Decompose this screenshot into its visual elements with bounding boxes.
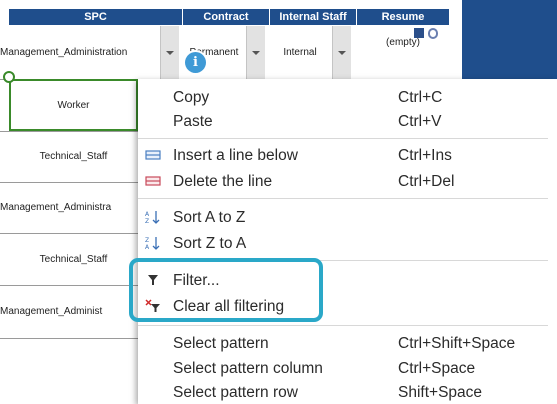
menu-item-sort-z-a[interactable]: ZA Sort Z to A (138, 231, 557, 255)
menu-item-delete-line[interactable]: Delete the line Ctrl+Del (138, 169, 557, 193)
menu-item-label: Select pattern column (173, 360, 323, 377)
menu-separator (138, 138, 548, 139)
save-icon[interactable] (414, 28, 424, 38)
menu-item-shortcut: Shift+Space (398, 384, 483, 401)
menu-item-label: Insert a line below (173, 147, 298, 164)
chevron-down-icon (252, 50, 260, 55)
menu-separator (138, 325, 548, 326)
spc-cell[interactable]: Management_Administra (0, 182, 138, 233)
internal-select-value[interactable]: Internal (269, 26, 331, 79)
menu-item-label: Select pattern row (173, 384, 298, 401)
spc-select-value[interactable]: Management_Administration (0, 26, 160, 79)
spc-cell[interactable]: Technical_Staff (9, 131, 138, 182)
menu-item-paste[interactable]: Paste Ctrl+V (138, 109, 557, 133)
contract-dropdown-button[interactable] (246, 26, 265, 79)
column-header-resume[interactable]: Resume (357, 9, 450, 25)
selected-cell-outline (9, 79, 138, 131)
menu-item-select-pattern[interactable]: Select pattern Ctrl+Shift+Space (138, 331, 557, 355)
selection-handle[interactable] (3, 71, 15, 83)
column-header-internal-staff[interactable]: Internal Staff (270, 9, 357, 25)
chevron-down-icon (166, 50, 174, 55)
svg-text:A: A (145, 244, 150, 250)
menu-separator (138, 198, 548, 199)
menu-item-shortcut: Ctrl+Ins (398, 147, 452, 164)
menu-item-label: Copy (173, 89, 210, 106)
menu-item-shortcut: Ctrl+Shift+Space (398, 335, 516, 352)
svg-text:Z: Z (145, 218, 149, 224)
menu-item-label: Paste (173, 113, 213, 130)
background-panel-header (462, 0, 557, 82)
context-menu: Copy Ctrl+C Paste Ctrl+V Insert a line b… (138, 79, 557, 404)
menu-item-sort-a-z[interactable]: AZ Sort A to Z (138, 205, 557, 229)
menu-item-shortcut: Ctrl+C (398, 89, 443, 106)
insert-row-icon (145, 148, 161, 162)
column-header-contract[interactable]: Contract (183, 9, 270, 25)
menu-item-select-pattern-column[interactable]: Select pattern column Ctrl+Space (138, 356, 557, 380)
menu-item-insert-line[interactable]: Insert a line below Ctrl+Ins (138, 143, 557, 167)
sort-za-icon: ZA (145, 236, 161, 251)
sort-az-icon: AZ (145, 210, 161, 225)
filter-highlight-box (129, 258, 323, 322)
menu-item-shortcut: Ctrl+Space (398, 360, 476, 377)
spc-dropdown-button[interactable] (160, 26, 179, 79)
menu-item-select-pattern-row[interactable]: Select pattern row Shift+Space (138, 380, 557, 404)
menu-item-copy[interactable]: Copy Ctrl+C (138, 85, 557, 109)
svg-text:Z: Z (145, 237, 149, 244)
menu-item-shortcut: Ctrl+V (398, 113, 442, 130)
svg-text:A: A (145, 211, 150, 218)
menu-item-label: Delete the line (173, 173, 273, 190)
info-icon[interactable]: i (185, 52, 206, 73)
menu-item-shortcut: Ctrl+Del (398, 173, 455, 190)
spc-cell[interactable]: Technical_Staff (9, 233, 138, 285)
chevron-down-icon (338, 50, 346, 55)
menu-item-label: Sort A to Z (173, 209, 246, 226)
attachment-icon[interactable] (428, 28, 438, 39)
internal-dropdown-button[interactable] (332, 26, 351, 79)
column-header-spc[interactable]: SPC (9, 9, 183, 25)
spc-cell[interactable]: Management_Administ (0, 285, 138, 338)
menu-item-label: Sort Z to A (173, 235, 247, 252)
table-row: Management_Administration Permanent Inte… (0, 26, 450, 80)
delete-row-icon (145, 174, 161, 188)
menu-item-label: Select pattern (173, 335, 269, 352)
